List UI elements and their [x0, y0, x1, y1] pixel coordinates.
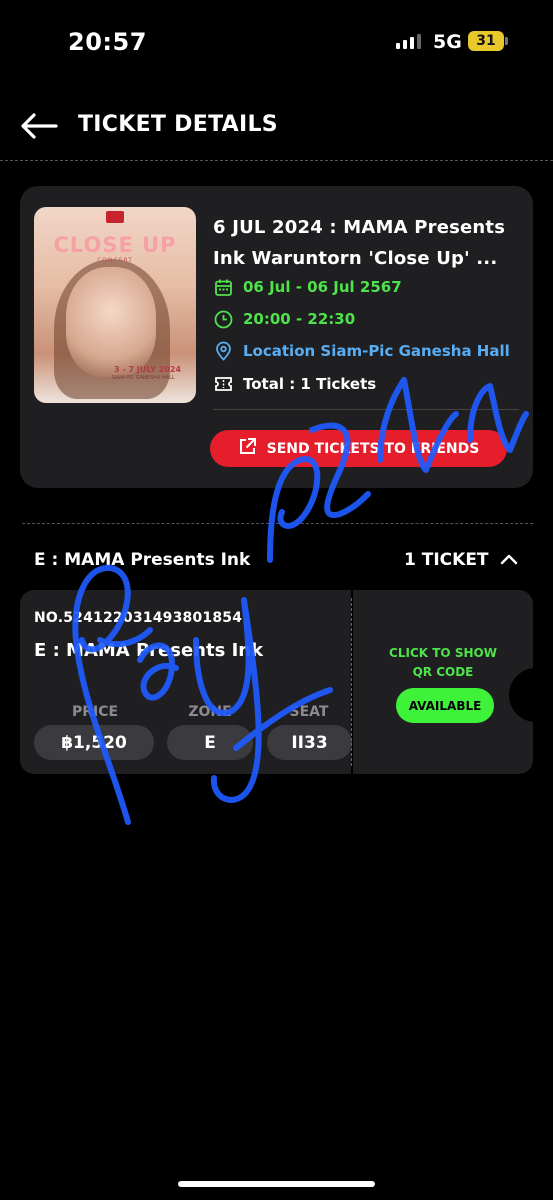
home-indicator[interactable]: [178, 1181, 375, 1187]
ticket-count: 1 TICKET: [404, 550, 489, 570]
event-poster: CLOSE UP CONCERT 3 - 7 JULY 2024 SIAM-PI…: [34, 207, 196, 403]
event-date-row: 06 Jul - 06 Jul 2567: [213, 276, 402, 298]
event-title-line2: Ink Waruntorn 'Close Up' ...: [213, 248, 498, 269]
poster-portrait: [66, 267, 156, 377]
network-type: 5G: [433, 31, 462, 53]
ticket-details-screen: 20:57 5G 31 TICKET DETAILS CLOSE UP CONC…: [0, 0, 553, 1200]
battery-nub: [505, 37, 508, 45]
ticket-number: NO.524122031493801854: [34, 610, 243, 626]
event-title-line1: 6 JUL 2024 : MAMA Presents: [213, 217, 506, 238]
available-status-button[interactable]: AVAILABLE: [396, 688, 494, 723]
status-time: 20:57: [68, 28, 147, 56]
poster-title: CLOSE UP: [53, 233, 177, 257]
seat-value: II33: [267, 725, 352, 760]
header-divider: [0, 160, 553, 161]
event-time-row: 20:00 - 22:30: [213, 308, 355, 330]
seat-label: SEAT: [289, 704, 329, 720]
ticket-qr-panel[interactable]: CLICK TO SHOW QR CODE AVAILABLE: [353, 590, 533, 774]
event-location: Location Siam-Pic Ganesha Hall: [243, 342, 510, 360]
card-divider: [213, 409, 519, 410]
send-tickets-label: SEND TICKETS TO FRIENDS: [266, 440, 480, 457]
event-location-row[interactable]: Location Siam-Pic Ganesha Hall: [213, 340, 510, 362]
ticket-name: E : MAMA Presents Ink: [34, 640, 264, 661]
zone-label: ZONE: [188, 704, 232, 720]
poster-logo: [106, 211, 124, 223]
price-label: PRICE: [71, 704, 119, 720]
calendar-icon: [213, 277, 233, 297]
external-link-icon: [238, 437, 257, 460]
battery-icon: 31: [468, 31, 504, 51]
event-date-range: 06 Jul - 06 Jul 2567: [243, 278, 402, 296]
arrow-left-icon: [21, 113, 58, 139]
poster-subtitle: CONCERT: [97, 257, 133, 264]
app-header: TICKET DETAILS: [0, 104, 553, 148]
ticket-perforation: [351, 598, 352, 766]
zone-value: E: [167, 725, 253, 760]
ticket-card: NO.524122031493801854 E : MAMA Presents …: [20, 590, 549, 774]
chevron-up-icon[interactable]: [500, 552, 518, 566]
page-title: TICKET DETAILS: [78, 112, 278, 137]
show-qr-code-link[interactable]: CLICK TO SHOW QR CODE: [353, 644, 533, 682]
event-total-tickets: Total : 1 Tickets: [243, 375, 377, 393]
ticket-info-panel: NO.524122031493801854 E : MAMA Presents …: [20, 590, 352, 774]
event-total-row: Total : 1 Tickets: [213, 373, 376, 395]
qr-text-line2: QR CODE: [412, 665, 474, 679]
price-value: ฿1,520: [34, 725, 154, 760]
event-card: CLOSE UP CONCERT 3 - 7 JULY 2024 SIAM-PI…: [20, 186, 533, 488]
event-time-range: 20:00 - 22:30: [243, 310, 356, 328]
back-button[interactable]: [18, 110, 60, 142]
poster-venue: SIAM-PIC GANESHA HALL: [112, 375, 175, 381]
clock-icon: [213, 309, 233, 329]
location-pin-icon: [213, 341, 233, 361]
section-divider: [22, 523, 533, 524]
event-title: 6 JUL 2024 : MAMA Presents Ink Waruntorn…: [213, 212, 525, 274]
signal-strength-icon: [396, 34, 421, 49]
status-bar: 20:57 5G 31: [0, 0, 553, 80]
poster-dates: 3 - 7 JULY 2024: [114, 365, 181, 374]
ticket-section-heading: E : MAMA Presents Ink: [34, 550, 251, 570]
send-tickets-button[interactable]: SEND TICKETS TO FRIENDS: [210, 430, 507, 467]
ticket-icon: [213, 374, 233, 394]
qr-text-line1: CLICK TO SHOW: [389, 646, 497, 660]
